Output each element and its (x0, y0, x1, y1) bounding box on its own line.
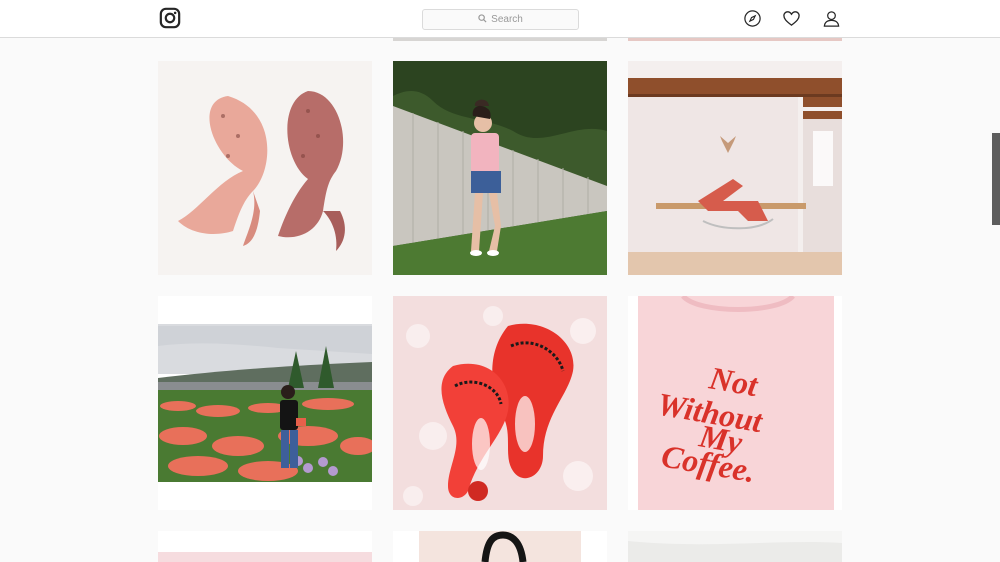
post-tile-row3-2[interactable] (393, 531, 607, 562)
post-tile-sandals[interactable] (393, 296, 607, 510)
search-placeholder: Search (491, 14, 523, 25)
explore-icon[interactable] (743, 9, 762, 28)
scrollbar-thumb[interactable] (992, 133, 1000, 225)
interior-image (628, 61, 842, 275)
post-tile-partial[interactable] (628, 38, 842, 41)
post-tile-tulips[interactable] (158, 296, 372, 510)
post-image (158, 531, 372, 562)
heart-icon[interactable] (782, 9, 801, 28)
profile-icon[interactable] (822, 9, 841, 28)
post-tile-coffee-shirt[interactable]: Not Without My Coffee. (628, 296, 842, 510)
search-input[interactable]: Search (422, 9, 579, 30)
fence-image (393, 61, 607, 275)
post-tile-scarves[interactable] (158, 61, 372, 275)
post-tile-partial[interactable] (393, 38, 607, 41)
post-image (393, 531, 607, 562)
post-tile-row3-3[interactable] (628, 531, 842, 562)
coffee-shirt-image: Not Without My Coffee. (628, 296, 842, 510)
scarves-image (158, 61, 372, 275)
post-tile-fence[interactable] (393, 61, 607, 275)
sandals-image (393, 296, 607, 510)
top-navigation-bar: Search (0, 0, 1000, 38)
instagram-logo-icon[interactable] (159, 7, 181, 29)
post-tile-row3-1[interactable] (158, 531, 372, 562)
tulips-image (158, 296, 372, 510)
search-icon (478, 13, 487, 26)
post-image (628, 531, 842, 562)
post-tile-interior[interactable] (628, 61, 842, 275)
